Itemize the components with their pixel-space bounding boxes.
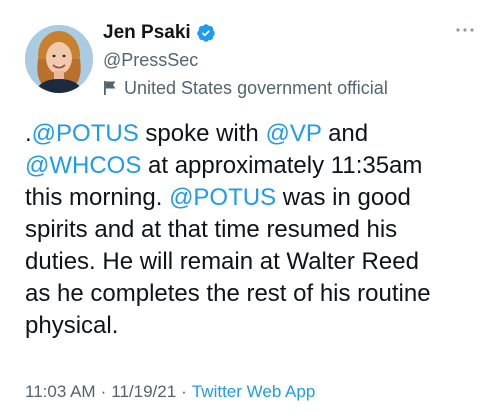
- user-handle[interactable]: @PressSec: [103, 48, 388, 72]
- display-name[interactable]: Jen Psaki: [103, 22, 191, 44]
- tweet-source-link[interactable]: Twitter Web App: [192, 382, 315, 402]
- tweet-text-segment: spoke with: [138, 120, 266, 147]
- verified-badge-icon: [196, 23, 216, 43]
- name-row: Jen Psaki: [103, 20, 388, 46]
- user-info: Jen Psaki @PressSec United States govern: [103, 20, 388, 100]
- avatar-photo: [25, 25, 93, 93]
- tweet-meta: 11:03 AM · 11/19/21 · Twitter Web App: [25, 382, 315, 402]
- mention-link[interactable]: @WHCOS: [25, 152, 141, 179]
- gov-label-text: United States government official: [124, 77, 388, 98]
- tweet-card: Jen Psaki @PressSec United States govern: [0, 0, 500, 419]
- more-options-icon[interactable]: [450, 20, 480, 40]
- avatar[interactable]: [25, 25, 93, 93]
- tweet-text: .@POTUS spoke with @VP and @WHCOS at app…: [25, 118, 485, 342]
- tweet-text-segment: .: [25, 120, 32, 147]
- tweet-header: Jen Psaki @PressSec United States govern: [25, 20, 480, 100]
- flag-icon: [103, 80, 117, 96]
- affiliation-label: United States government official: [103, 76, 388, 100]
- tweet-date[interactable]: 11/19/21: [111, 382, 176, 402]
- mention-link[interactable]: @POTUS: [32, 120, 139, 147]
- meta-separator: ·: [100, 382, 107, 401]
- tweet-text-segment: and: [328, 120, 369, 147]
- meta-separator: ·: [181, 382, 187, 401]
- tweet-time[interactable]: 11:03 AM: [25, 382, 96, 402]
- mention-link[interactable]: @VP: [265, 120, 321, 147]
- mention-link[interactable]: @POTUS: [169, 184, 276, 211]
